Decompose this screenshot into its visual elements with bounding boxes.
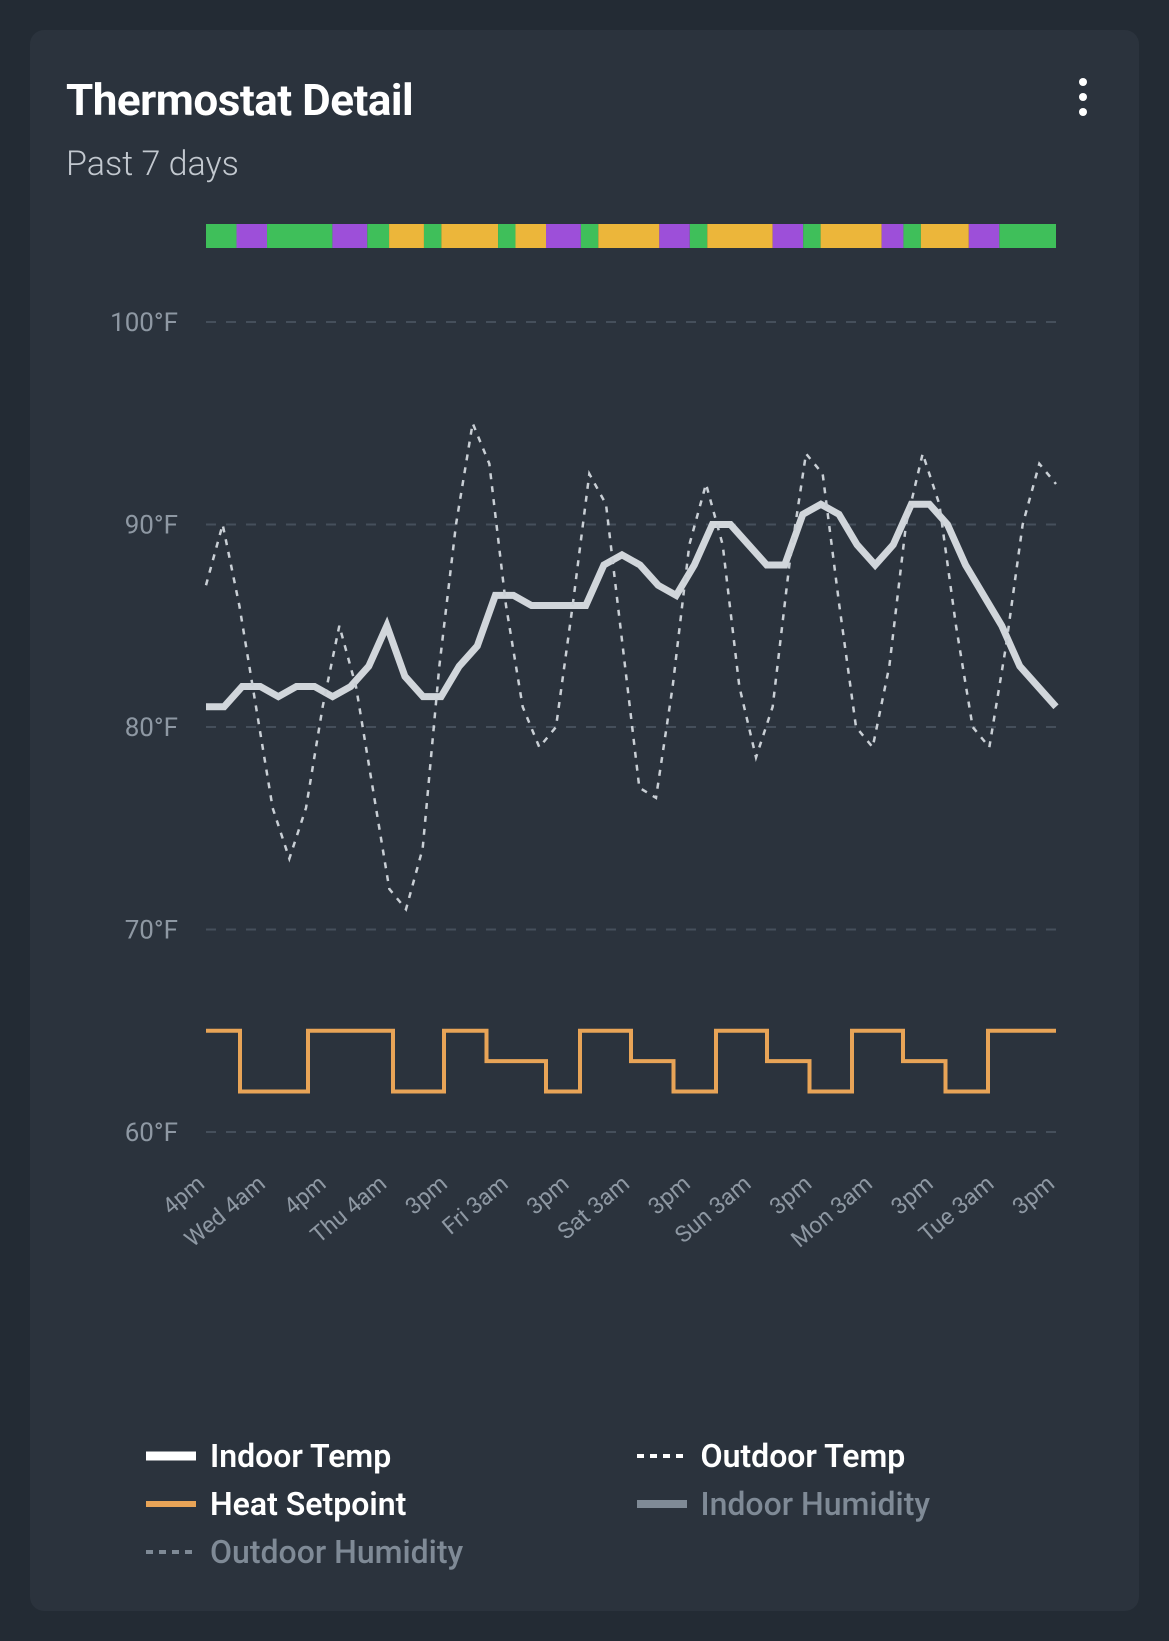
legend-heat-setpoint[interactable]: Heat Setpoint <box>146 1485 613 1523</box>
legend-label: Outdoor Humidity <box>210 1533 463 1571</box>
chart-svg: 60°F70°F80°F90°F100°F4pmWed 4am4pmThu 4a… <box>66 212 1066 1272</box>
more-menu-button[interactable] <box>1063 74 1103 120</box>
svg-text:3pm: 3pm <box>1007 1170 1060 1220</box>
legend-label: Indoor Humidity <box>701 1485 931 1523</box>
svg-text:Fri 3am: Fri 3am <box>437 1170 513 1240</box>
legend-outdoor-temp[interactable]: Outdoor Temp <box>637 1437 1104 1475</box>
line-dashed-icon <box>637 1442 687 1470</box>
legend-label: Heat Setpoint <box>210 1485 406 1523</box>
legend-label: Indoor Temp <box>210 1437 391 1475</box>
card-title: Thermostat Detail <box>66 74 413 126</box>
legend-outdoor-humidity[interactable]: Outdoor Humidity <box>146 1533 613 1571</box>
line-dashed-dim-icon <box>146 1538 196 1566</box>
dots-vertical-icon <box>1079 78 1087 86</box>
svg-text:80°F: 80°F <box>125 713 178 743</box>
card-subtitle: Past 7 days <box>66 144 413 184</box>
thermostat-card: Thermostat Detail Past 7 days 60°F 70°F 80… <box>30 30 1139 1611</box>
legend-indoor-humidity[interactable]: Indoor Humidity <box>637 1485 1104 1523</box>
svg-text:90°F: 90°F <box>125 511 178 541</box>
svg-text:70°F: 70°F <box>125 916 178 946</box>
line-solid-dim-icon <box>637 1490 687 1518</box>
line-solid-thick-icon <box>146 1442 196 1470</box>
chart-area[interactable]: 60°F70°F80°F90°F100°F4pmWed 4am4pmThu 4a… <box>66 212 1103 1407</box>
legend-indoor-temp[interactable]: Indoor Temp <box>146 1437 613 1475</box>
legend-label: Outdoor Temp <box>701 1437 906 1475</box>
svg-text:60°F: 60°F <box>125 1118 178 1148</box>
line-solid-icon <box>146 1490 196 1518</box>
svg-text:100°F: 100°F <box>110 308 178 338</box>
chart-legend: Indoor Temp Outdoor Temp Heat Setpoint I… <box>66 1437 1103 1571</box>
card-header: Thermostat Detail Past 7 days <box>66 74 1103 184</box>
